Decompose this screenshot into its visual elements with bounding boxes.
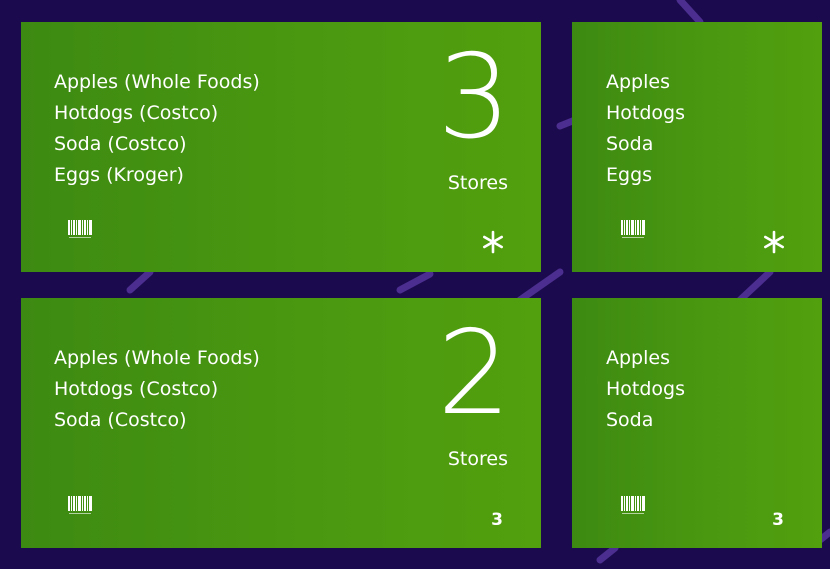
list-item: Apples (Whole Foods) [54,71,260,93]
list-item: Soda (Costco) [54,133,187,155]
store-count: 2 [437,306,511,441]
list-item: Hotdogs (Costco) [54,102,219,124]
asterisk-icon [763,230,785,254]
store-count: 3 [437,30,511,165]
list-item: Apples [606,347,670,369]
list-item: Eggs (Kroger) [54,164,184,186]
barcode-icon [68,220,92,238]
shopping-list-items: Apples (Whole Foods) Hotdogs (Costco) So… [54,67,260,191]
store-count-label: Stores [447,172,508,194]
list-item: Hotdogs [606,378,686,400]
list-item: Hotdogs [606,102,686,124]
asterisk-icon [482,230,504,254]
badge-count: 3 [491,510,503,530]
shopping-list-items: Apples Hotdogs Soda [606,343,685,436]
barcode-icon [68,496,92,514]
shopping-list-items: Apples (Whole Foods) Hotdogs (Costco) So… [54,343,260,436]
store-count-label: Stores [447,448,508,470]
list-item: Soda [606,409,654,431]
list-item: Apples [606,71,670,93]
badge-count: 3 [772,510,784,530]
shopping-list-tile-medium[interactable]: Apples Hotdogs Soda Eggs [572,22,822,272]
list-item: Apples (Whole Foods) [54,347,260,369]
shopping-list-tile-wide-2-stores[interactable]: Apples (Whole Foods) Hotdogs (Costco) So… [21,298,541,548]
barcode-icon [621,496,645,514]
list-item: Eggs [606,164,653,186]
list-item: Soda (Costco) [54,409,187,431]
shopping-list-tile-wide-3-stores[interactable]: Apples (Whole Foods) Hotdogs (Costco) So… [21,22,541,272]
list-item: Hotdogs (Costco) [54,378,219,400]
shopping-list-items: Apples Hotdogs Soda Eggs [606,67,685,191]
list-item: Soda [606,133,654,155]
shopping-list-tile-medium[interactable]: Apples Hotdogs Soda 3 [572,298,822,548]
barcode-icon [621,220,645,238]
